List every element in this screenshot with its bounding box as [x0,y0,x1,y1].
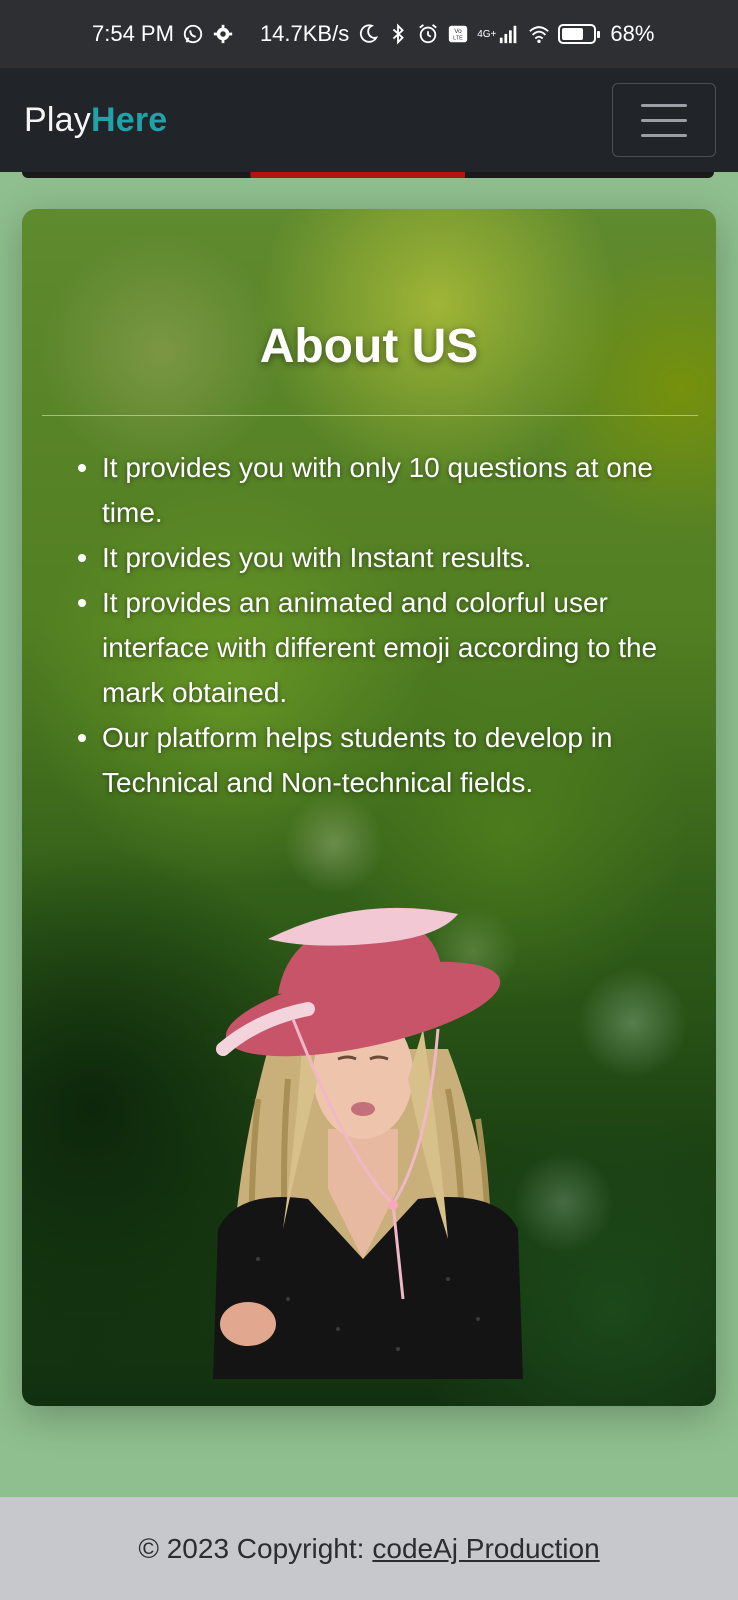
whatsapp-icon [182,23,204,45]
signal-icon: 4G+ [477,23,520,45]
battery-fill [562,28,583,40]
divider [42,415,698,416]
list-item: Our platform helps students to develop i… [78,715,698,805]
footer: © 2023 Copyright: codeAj Production [0,1497,738,1600]
brand-logo[interactable]: PlayHere [24,101,167,140]
network-speed: 14.7KB/s [259,21,350,46]
brand-main: Play [24,100,91,139]
svg-text:Vo: Vo [454,28,462,35]
about-list: It provides you with only 10 questions a… [78,445,698,805]
previous-section-edge [22,172,714,178]
navbar: PlayHere [0,68,738,172]
moon-icon [357,23,379,45]
alarm-icon [417,23,439,45]
battery-icon [558,24,602,44]
bluetooth-icon [387,23,409,45]
footer-link[interactable]: codeAj Production [372,1533,599,1565]
list-item: It provides you with Instant results. [78,535,698,580]
animated-person-image [213,907,523,1379]
list-item: It provides an animated and colorful use… [78,580,698,715]
brand-accent: Here [90,100,168,139]
menu-toggle-button[interactable] [612,83,716,157]
svg-text:LTE: LTE [453,36,463,42]
list-item: It provides you with only 10 questions a… [78,445,698,535]
about-card: About US It provides you with only 10 qu… [22,209,716,1406]
volte-icon: Vo LTE [447,23,469,45]
battery-percent: 68% [610,21,655,46]
network-type: 4G+ [477,28,497,40]
status-time: 7:54 PM [92,21,174,46]
status-bar: 7:54 PM 14.7KB/s Vo LTE 4G+ 68% [0,0,738,68]
about-title: About US [259,320,479,373]
copyright-text: © 2023 Copyright: [138,1532,365,1564]
wifi-icon [528,23,550,45]
hamburger-icon [641,103,687,107]
settings-icon [212,23,234,45]
